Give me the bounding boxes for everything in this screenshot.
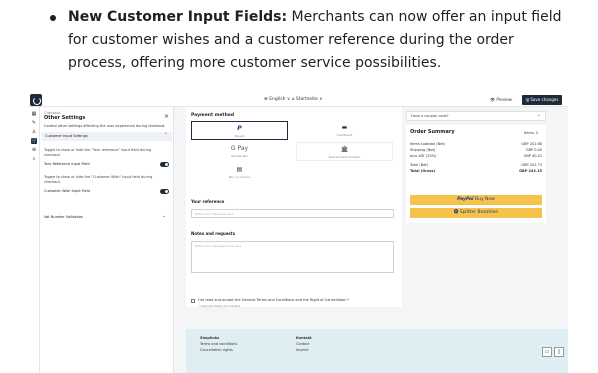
splitter-pay-button[interactable]: 🅟 Splitter Bezahlen <box>410 208 542 218</box>
footer-link[interactable]: Terms and conditions <box>200 342 237 346</box>
footer-link[interactable]: Imprint <box>296 348 309 352</box>
top-bar: ⊕ English ∨ ⌂ Startseite ∨ 👁 Preview 🖫 S… <box>28 93 568 107</box>
close-icon[interactable]: × <box>164 113 169 120</box>
notes-label: Notes and requests <box>191 231 236 236</box>
bullet-dot <box>50 15 56 21</box>
customer-wish-toggle[interactable] <box>160 189 169 194</box>
terms-checkbox[interactable] <box>191 299 195 303</box>
terms-text: I've read and accept the General Terms a… <box>198 298 350 302</box>
mobile-view-icon[interactable]: ▯ <box>554 347 564 357</box>
google-pay-icon: G Pay <box>230 145 249 152</box>
footer-shoplinks: Shoplinks Terms and conditions Cancellat… <box>200 336 238 352</box>
footer-kontakt: Kontakt Contact Imprint <box>296 336 312 352</box>
user-icon[interactable]: ♙ <box>31 129 37 135</box>
chevron-down-icon: ⌄ <box>162 214 166 219</box>
paypal-icon: P <box>237 125 242 132</box>
coupon-dropdown[interactable]: Have a coupon code? ⌄ <box>406 111 546 121</box>
toggle1-description: Toggle to show or hide the "Your referen… <box>44 148 152 157</box>
customer-input-accordion[interactable]: Customer Input Settings ⌃ <box>42 132 172 141</box>
payment-option-gpay[interactable]: G Pay Google Pay <box>191 142 288 161</box>
feature-bullet: New Customer Input Fields: Merchants can… <box>50 6 570 75</box>
panel-title: Other Settings <box>44 115 86 121</box>
order-summary-title: Order Summary <box>410 129 455 135</box>
toggle2-description: Toggle to show or hide the "Customer Wis… <box>44 175 153 184</box>
panel-description: Control other settings affecting the use… <box>44 124 166 128</box>
required-note: * required fields are marked <box>198 304 241 308</box>
settings-panel: Checkout Other Settings × Control other … <box>40 107 174 373</box>
chevron-up-icon: ⌃ <box>164 133 168 138</box>
chevron-down-icon: ⌄ <box>537 113 541 118</box>
payment-option-label: Pay on invoice <box>228 175 251 179</box>
payment-option-label: Google Pay <box>231 154 248 158</box>
item-count: Items: 0 <box>524 131 539 135</box>
language-selector[interactable]: ⊕ English ∨ ⌂ Startseite ∨ <box>264 97 323 102</box>
preview-button[interactable]: 👁 Preview <box>490 97 512 102</box>
toggle2-label: Customer Wish Input Field <box>44 189 90 193</box>
credit-card-icon: ▬ <box>341 124 348 131</box>
summary-row-total: Total (Gross) GBP 243.15 <box>410 169 542 173</box>
summary-row: plus VAT (20%) GBP 40.42 <box>410 154 542 158</box>
coupon-label: Have a coupon code? <box>411 114 449 118</box>
payment-option-bank[interactable]: 🏛 Special bank transfer <box>296 142 393 161</box>
payment-option-label: Special bank transfer <box>328 155 361 159</box>
pen-icon[interactable]: ✎ <box>31 120 37 126</box>
desktop-view-icon[interactable]: ▭ <box>542 347 552 357</box>
summary-row: Shipping (Net) GBP 0.00 <box>410 148 542 152</box>
toggle1-label: Your Reference Input Field <box>44 162 90 166</box>
reference-field-toggle[interactable] <box>160 162 169 167</box>
icon-rail: ▦ ✎ ♙ 🛒 ⊕ ⌕ <box>28 107 40 373</box>
app-logo-icon[interactable] <box>30 94 42 106</box>
layout-icon[interactable]: ▦ <box>31 111 37 117</box>
summary-row: Items subtotal (Net) GBP 202.68 <box>410 142 542 146</box>
payment-option-card[interactable]: ▬ Creditcard <box>296 121 393 140</box>
feature-title: New Customer Input Fields: <box>68 9 288 25</box>
payment-option-label: Paypal <box>234 134 245 138</box>
summary-row: Total (Net) GBP 202.73 <box>410 163 542 167</box>
reference-input[interactable]: Enter your reference here <box>191 209 394 218</box>
footer-link[interactable]: Cancellation rights <box>200 348 233 352</box>
payment-method-title: Payment method <box>191 113 235 118</box>
paypal-buy-now-button[interactable]: PayPal Buy Now <box>410 195 542 205</box>
payment-option-label: Creditcard <box>336 133 353 137</box>
search-icon[interactable]: ⌕ <box>31 156 37 162</box>
save-changes-button[interactable]: 🖫 Save changes <box>522 95 562 105</box>
accordion-label: Customer Input Settings <box>45 134 88 138</box>
footer-link[interactable]: Contact <box>296 342 310 346</box>
notes-textarea[interactable]: Enter your message to us here <box>191 241 394 273</box>
payment-option-paypal[interactable]: P Paypal <box>191 121 288 140</box>
checkout-preview: Payment method P Paypal ▬ Creditcard G P… <box>174 107 568 373</box>
vat-validation-item[interactable]: Vat Number Validation <box>44 215 83 219</box>
globe-icon[interactable]: ⊕ <box>31 147 37 153</box>
reference-label: Your reference <box>191 199 225 204</box>
shop-footer: Shoplinks Terms and conditions Cancellat… <box>186 329 568 373</box>
bank-icon: 🏛 <box>340 146 349 153</box>
order-summary: Order Summary Items: 0 Items subtotal (N… <box>406 125 546 223</box>
cart-icon[interactable]: 🛒 <box>31 138 37 144</box>
app-screenshot: ⊕ English ∨ ⌂ Startseite ∨ 👁 Preview 🖫 S… <box>28 93 568 373</box>
checkout-form: Payment method P Paypal ▬ Creditcard G P… <box>186 107 402 308</box>
invoice-icon: ▤ <box>236 166 243 173</box>
payment-option-invoice[interactable]: ▤ Pay on invoice <box>191 163 288 182</box>
